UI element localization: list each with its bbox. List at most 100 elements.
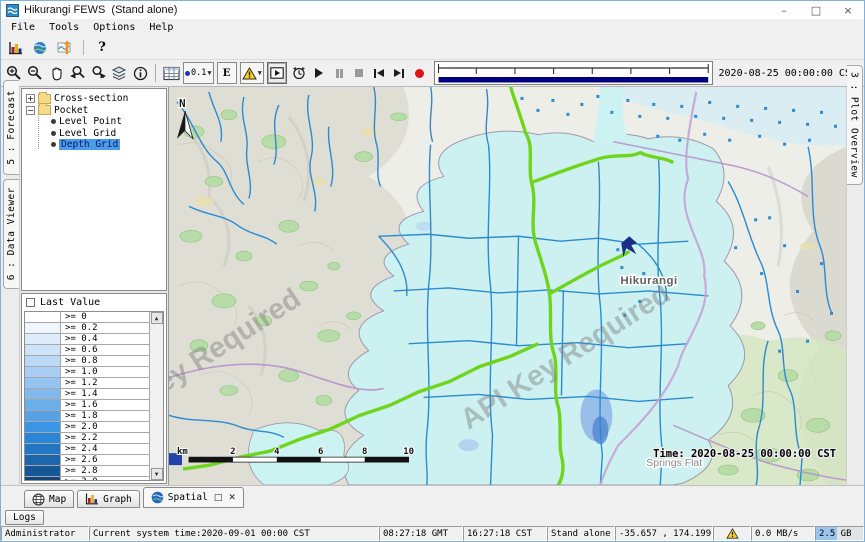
tab-close-icon[interactable]: ✕ [228,493,236,503]
legend-row[interactable]: >= 0.2 [25,323,149,334]
skip-to-end-button[interactable] [390,62,409,84]
zoom-previous-icon[interactable] [67,62,87,84]
map-toolbar-separator [155,64,156,82]
skip-to-start-button[interactable] [370,62,389,84]
window-title: Hikurangi FEWS (Stand alone) [24,4,177,16]
tab-plot-overview[interactable]: 3 : Plot Overview [847,65,863,185]
main-toolbar: ? [1,36,864,59]
pan-hand-icon[interactable] [46,62,66,84]
application-window: Hikurangi FEWS (Stand alone) – □ × FileT… [0,0,865,542]
filter-tree: + Cross-section − Pocket Level Point Lev… [21,88,167,291]
chart-export-icon[interactable] [54,38,76,58]
help-button[interactable]: ? [91,38,113,58]
legend-color-swatch [25,312,61,322]
legend-row[interactable]: >= 0.4 [25,334,149,345]
legend-row[interactable]: >= 2.2 [25,433,149,444]
legend-row[interactable]: >= 2.6 [25,455,149,466]
folder-icon [38,105,51,115]
town-label: Hikurangi [620,275,677,287]
tab-forecast[interactable]: 5 : Forecast [3,80,19,175]
close-button[interactable]: × [832,1,864,19]
last-value-checkbox[interactable] [26,298,35,307]
tree-item-level-point[interactable]: Level Point [24,116,164,128]
tab-data-viewer[interactable]: 6 : Data Viewer [3,179,19,289]
legend-row[interactable]: >= 2.8 [25,466,149,477]
legend-row[interactable]: >= 1.0 [25,367,149,378]
menu-item[interactable]: Help [142,21,180,34]
legend-row[interactable]: >= 3.0 [25,477,149,480]
legend-color-swatch [25,389,61,399]
expand-icon[interactable]: + [26,94,35,103]
legend-row[interactable]: >= 1.2 [25,378,149,389]
info-icon[interactable] [130,62,150,84]
status-bar: Administrator Current system time:2020-0… [1,526,864,541]
legend-row[interactable]: >= 0 [25,312,149,323]
tab-spatial[interactable]: Spatial □ ✕ [143,487,244,508]
grid-layer-icon[interactable] [161,62,181,84]
database-chart-icon[interactable] [4,38,26,58]
menu-item[interactable]: Options [86,21,142,34]
animation-settings-icon[interactable] [289,62,309,84]
legend-row[interactable]: >= 2.0 [25,422,149,433]
menu-item[interactable]: File [4,21,42,34]
globe-icon[interactable] [29,38,51,58]
legend-row[interactable]: >= 1.8 [25,411,149,422]
scroll-down-icon[interactable]: ▼ [151,468,163,480]
tree-item-pocket[interactable]: − Pocket [24,105,164,117]
tab-maximize-icon[interactable]: □ [214,493,223,503]
timeline-slider[interactable] [434,61,713,85]
tree-item-depth-grid[interactable]: Depth Grid [24,139,164,151]
status-warning-cell[interactable] [713,526,751,541]
minimize-button[interactable]: – [768,1,800,19]
legend-row[interactable]: >= 1.6 [25,400,149,411]
legend-color-swatch [25,444,61,454]
menu-bar: FileToolsOptionsHelp [1,19,864,36]
tree-item-level-grid[interactable]: Level Grid [24,128,164,140]
window-controls: – □ × [768,1,864,19]
fews-logo-icon [6,4,19,17]
tab-graph[interactable]: Graph [77,490,140,508]
zoom-next-icon[interactable] [88,62,108,84]
last-value-option[interactable]: Last Value [22,294,166,310]
tab-map[interactable]: Map [24,490,74,508]
logs-button[interactable]: Logs [5,510,44,525]
chevron-down-icon: ▼ [207,69,211,77]
legend-color-swatch [25,356,61,366]
warning-layer-dropdown[interactable]: ▼ [240,62,264,84]
logs-row: Logs [1,508,864,526]
legend-table: >= 0 >= 0.2 >= 0.4 [24,311,164,481]
maximize-button[interactable]: □ [800,1,832,19]
scroll-up-icon[interactable]: ▲ [151,312,163,324]
legend-scrollbar[interactable]: ▲ ▼ [149,312,163,480]
title-bar: Hikurangi FEWS (Stand alone) – □ × [1,1,864,19]
legend-color-swatch [25,411,61,421]
stop-button[interactable] [350,62,369,84]
map-time-overlay: Time: 2020-08-25 00:00:00 CST [653,448,836,460]
svg-text:2: 2 [230,447,235,457]
legend-row[interactable]: >= 1.4 [25,389,149,400]
legend-color-swatch [25,400,61,410]
layers-icon[interactable] [109,62,129,84]
play-button[interactable] [310,62,329,84]
map-toolbar: 0.1 ▼ E ▼ 2 [1,59,864,87]
status-local-time: 16:27:18 CST [463,526,547,541]
wire-globe-icon [32,493,45,506]
svg-text:10: 10 [403,447,414,457]
legend-color-swatch [25,477,61,480]
record-button[interactable] [410,62,429,84]
menu-item[interactable]: Tools [42,21,86,34]
data-viewer-panel: + Cross-section − Pocket Level Point Lev… [20,87,169,485]
legend-row[interactable]: >= 2.4 [25,444,149,455]
animation-mode-button[interactable] [267,62,287,84]
contour-scale-dropdown[interactable]: 0.1 ▼ [183,62,214,84]
collapse-icon[interactable]: − [26,106,35,115]
scale-dot-icon [185,71,190,76]
zoom-out-icon[interactable] [25,62,45,84]
legend-panel: Last Value >= 0 >= 0.2 [21,293,167,484]
pause-button[interactable] [330,62,349,84]
elevation-button[interactable]: E [217,62,237,84]
legend-row[interactable]: >= 0.6 [25,345,149,356]
map-viewport[interactable]: API Key Required API Key Required Hikura… [169,87,846,485]
tree-connector [38,116,39,149]
legend-row[interactable]: >= 0.8 [25,356,149,367]
